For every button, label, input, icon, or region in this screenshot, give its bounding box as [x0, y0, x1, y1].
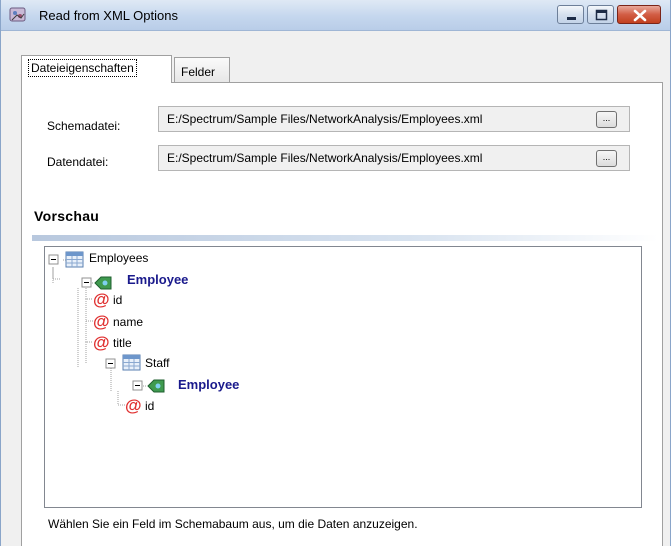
data-browse-button[interactable]: ... — [596, 150, 617, 167]
attribute-icons: @ @ @ @ — [93, 290, 142, 415]
tree-node-name[interactable]: name — [113, 315, 143, 329]
preview-title: Vorschau — [34, 208, 100, 224]
tab-label: Dateieigenschaften — [28, 59, 137, 77]
tab-panel: Schemadatei: E:/Spectrum/Sample Files/Ne… — [21, 82, 663, 546]
close-button[interactable] — [617, 5, 661, 24]
schema-file-label: Schemadatei: — [47, 119, 121, 133]
table-icons — [65, 251, 141, 371]
minimize-icon — [567, 17, 576, 20]
tree-node-title[interactable]: title — [113, 336, 132, 350]
maximize-icon — [595, 9, 608, 21]
close-icon — [633, 9, 647, 22]
schema-tree[interactable]: @ @ @ @ Employees Employee id name title… — [44, 246, 642, 508]
title-bar[interactable]: Read from XML Options — [1, 0, 670, 31]
data-file-value: E:/Spectrum/Sample Files/NetworkAnalysis… — [167, 151, 483, 165]
schema-file-value: E:/Spectrum/Sample Files/NetworkAnalysis… — [167, 112, 483, 126]
minimize-button[interactable] — [557, 5, 584, 24]
status-hint: Wählen Sie ein Feld im Schemabaum aus, u… — [48, 517, 418, 531]
tab-label: Felder — [181, 65, 216, 79]
svg-text:@: @ — [125, 396, 142, 415]
svg-text:@: @ — [93, 312, 110, 331]
schema-file-field[interactable]: E:/Spectrum/Sample Files/NetworkAnalysis… — [158, 106, 630, 132]
maximize-button[interactable] — [587, 5, 614, 24]
svg-text:@: @ — [93, 333, 110, 352]
svg-text:@: @ — [93, 290, 110, 309]
tree-node-employees[interactable]: Employees — [89, 251, 148, 265]
section-divider — [32, 235, 658, 241]
window-title: Read from XML Options — [39, 8, 178, 23]
tab-dateieigenschaften[interactable]: Dateieigenschaften — [21, 55, 172, 83]
dialog-window: Read from XML Options Dateieigenschaften… — [0, 0, 671, 546]
tab-felder[interactable]: Felder — [174, 57, 230, 83]
tree-node-id[interactable]: id — [113, 293, 122, 307]
tree-node-staff-employee[interactable]: Employee — [178, 377, 239, 392]
tree-node-staff-id[interactable]: id — [145, 399, 154, 413]
schema-browse-button[interactable]: ... — [596, 111, 617, 128]
app-icon — [9, 7, 26, 22]
data-file-label: Datendatei: — [47, 155, 109, 169]
tree-node-employee[interactable]: Employee — [127, 272, 188, 287]
data-file-field[interactable]: E:/Spectrum/Sample Files/NetworkAnalysis… — [158, 145, 630, 171]
tree-node-staff[interactable]: Staff — [145, 356, 169, 370]
